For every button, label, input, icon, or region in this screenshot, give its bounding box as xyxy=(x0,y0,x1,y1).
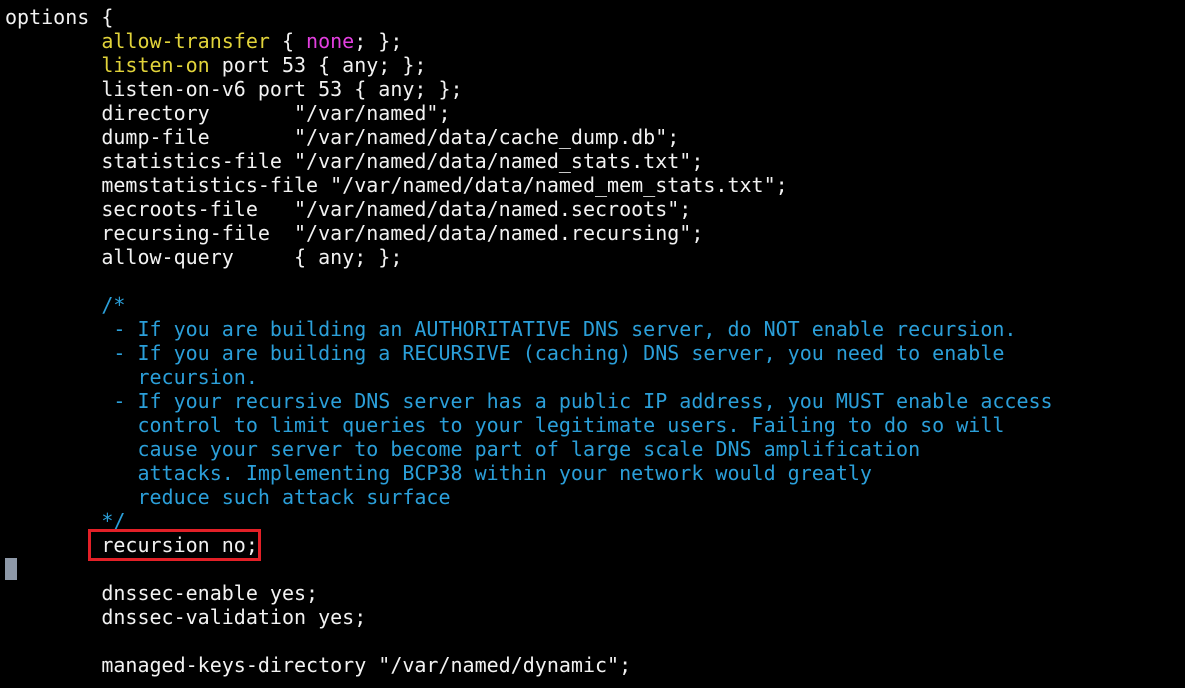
code-token-comment: /* xyxy=(5,293,126,317)
code-line: secroots-file "/var/named/data/named.sec… xyxy=(5,197,691,221)
code-line: directory "/var/named"; xyxy=(5,101,451,125)
code-token-plain: recursing-file "/var/named/data/named.re… xyxy=(5,221,704,245)
code-line: listen-on port 53 { any; }; xyxy=(5,53,426,77)
code-token-plain: allow-query { any; }; xyxy=(5,245,403,269)
code-token-comment: - If your recursive DNS server has a pub… xyxy=(5,389,1053,413)
code-token-plain: { xyxy=(269,29,307,53)
code-token-keyword: listen-on xyxy=(101,53,210,77)
code-line: listen-on-v6 port 53 { any; }; xyxy=(5,77,463,101)
code-token-comment: recursion. xyxy=(5,365,258,389)
code-token-comment: control to limit queries to your legitim… xyxy=(5,413,1005,437)
code-line: dnssec-enable yes; xyxy=(5,581,318,605)
terminal-window[interactable]: options { allow-transfer { none; }; list… xyxy=(0,0,1185,688)
code-token-plain: directory "/var/named"; xyxy=(5,101,451,125)
code-line: recursing-file "/var/named/data/named.re… xyxy=(5,221,703,245)
code-line: recursion. xyxy=(5,365,258,389)
code-token-plain: listen-on-v6 port 53 { any; }; xyxy=(5,77,463,101)
code-token-plain: dnssec-enable yes; xyxy=(5,581,319,605)
code-line: dump-file "/var/named/data/cache_dump.db… xyxy=(5,125,679,149)
code-line: attacks. Implementing BCP38 within your … xyxy=(5,461,872,485)
code-token-plain: dnssec-validation yes; xyxy=(5,605,367,629)
text-cursor xyxy=(5,558,17,580)
code-token-none: none xyxy=(306,29,355,53)
code-line: memstatistics-file "/var/named/data/name… xyxy=(5,173,788,197)
code-token-comment: attacks. Implementing BCP38 within your … xyxy=(5,461,872,485)
code-line: allow-query { any; }; xyxy=(5,245,402,269)
code-token-comment: reduce such attack surface xyxy=(5,485,451,509)
code-line: statistics-file "/var/named/data/named_s… xyxy=(5,149,703,173)
code-line: - If you are building a RECURSIVE (cachi… xyxy=(5,341,1004,365)
code-line: allow-transfer { none; }; xyxy=(5,29,402,53)
code-line: cause your server to become part of larg… xyxy=(5,437,920,461)
code-line: /* xyxy=(5,293,125,317)
code-token-keyword: allow-transfer xyxy=(101,29,270,53)
code-token-plain: secroots-file "/var/named/data/named.sec… xyxy=(5,197,692,221)
code-token-plain: ; }; xyxy=(354,29,403,53)
code-line: - If your recursive DNS server has a pub… xyxy=(5,389,1053,413)
code-line: options { xyxy=(5,5,113,29)
code-token-plain: statistics-file "/var/named/data/named_s… xyxy=(5,149,704,173)
code-line: managed-keys-directory "/var/named/dynam… xyxy=(5,653,631,677)
code-line: control to limit queries to your legitim… xyxy=(5,413,1004,437)
code-token-comment: - If you are building an AUTHORITATIVE D… xyxy=(5,317,1017,341)
code-line: reduce such attack surface xyxy=(5,485,451,509)
code-token-plain: options { xyxy=(5,5,114,29)
code-token-comment: cause your server to become part of larg… xyxy=(5,437,921,461)
code-token-plain: port 53 { any; }; xyxy=(209,53,427,77)
code-token-comment: - If you are building a RECURSIVE (cachi… xyxy=(5,341,1005,365)
code-line: dnssec-validation yes; xyxy=(5,605,366,629)
code-token-plain: managed-keys-directory "/var/named/dynam… xyxy=(5,653,632,677)
code-token-plain: dump-file "/var/named/data/cache_dump.db… xyxy=(5,125,680,149)
code-line: - If you are building an AUTHORITATIVE D… xyxy=(5,317,1016,341)
code-token-plain: memstatistics-file "/var/named/data/name… xyxy=(5,173,788,197)
recursion-highlight-box xyxy=(88,529,261,561)
